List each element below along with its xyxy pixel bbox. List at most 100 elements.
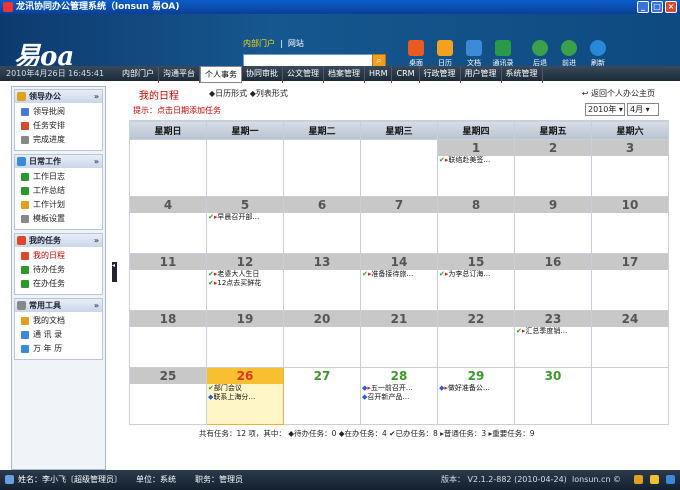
sidebar-item-label: 工作总结	[33, 186, 65, 195]
day-cell[interactable]: 9	[514, 196, 592, 254]
day-cell[interactable]: 22	[437, 310, 515, 368]
day-cell[interactable]: 27	[283, 367, 361, 425]
tool-2[interactable]: 文档	[461, 40, 487, 68]
day-cell[interactable]: 17	[591, 253, 669, 311]
task-entry[interactable]: ◆▸五一前召开…	[361, 384, 437, 393]
task-entry[interactable]: ✔▸早晨召开部…	[207, 213, 283, 222]
nav-1[interactable]: 前进	[556, 40, 582, 68]
help-icon[interactable]	[634, 475, 643, 484]
sidebar-group-header[interactable]: 常用工具 »	[15, 299, 102, 312]
day-cell[interactable]: 15 ✔▸为李总订海…	[437, 253, 515, 311]
menu-item[interactable]: CRM	[392, 66, 420, 83]
task-entry[interactable]: ✔▸为李总订海…	[438, 270, 514, 279]
day-cell[interactable]: 29 ◆▸做好准备公…	[437, 367, 515, 425]
day-cell[interactable]: 24	[591, 310, 669, 368]
day-cell[interactable]: 8	[437, 196, 515, 254]
logout-icon[interactable]	[666, 475, 675, 484]
menu-item[interactable]: 个人事务	[200, 66, 242, 83]
menu-item[interactable]: HRM	[365, 66, 393, 83]
day-cell[interactable]: 12 ✔▸老婆大人生日 ✔▸12点去买鲜花	[206, 253, 284, 311]
sidebar-group-header[interactable]: 日常工作 »	[15, 155, 102, 168]
sidebar-item[interactable]: 工作总结	[21, 184, 102, 198]
day-cell[interactable]: 7	[360, 196, 438, 254]
day-cell[interactable]: 19	[206, 310, 284, 368]
task-entry[interactable]: ✔部门会议	[207, 384, 283, 393]
site-link[interactable]: lonsun.cn ©	[572, 470, 621, 490]
day-cell[interactable]: 23 ✔▸汇总季度销…	[514, 310, 592, 368]
day-cell[interactable]: 13	[283, 253, 361, 311]
day-cell[interactable]: 21	[360, 310, 438, 368]
day-cell[interactable]: 26 ✔部门会议 ◆联系上海分…	[206, 367, 284, 425]
day-cell[interactable]: 25	[129, 367, 207, 425]
day-cell[interactable]: 16	[514, 253, 592, 311]
portal-tab-website[interactable]: 网站	[288, 39, 304, 48]
menu-item[interactable]: 行政管理	[420, 66, 461, 83]
sidebar-item[interactable]: 我的文档	[21, 314, 102, 328]
task-entry[interactable]: ✔▸12点去买鲜花	[207, 279, 283, 288]
sidebar-item[interactable]: 待办任务	[21, 263, 102, 277]
sidebar-item[interactable]: 模板设置	[21, 212, 102, 226]
sidebar-item[interactable]: 工作日志	[21, 170, 102, 184]
tool-3[interactable]: 通讯录	[490, 40, 516, 68]
minimize-button[interactable]: _	[637, 1, 649, 13]
task-entry[interactable]: ◆联系上海分…	[207, 393, 283, 402]
day-cell[interactable]: 18	[129, 310, 207, 368]
day-cell[interactable]: 20	[283, 310, 361, 368]
task-entry[interactable]: ✔▸联络赴美签…	[438, 156, 514, 165]
sidebar-collapse-handle[interactable]: ◂	[112, 262, 117, 282]
task-entry[interactable]: ✔▸准备接待旅…	[361, 270, 437, 279]
month-select[interactable]: 4月 ▾	[627, 103, 659, 116]
sidebar-item[interactable]: 工作计划	[21, 198, 102, 212]
menu-item[interactable]: 沟通平台	[159, 66, 200, 83]
day-cell[interactable]: 28 ◆▸五一前召开… ◆召开新产品…	[360, 367, 438, 425]
menu-item[interactable]: 内部门户	[118, 66, 159, 83]
close-button[interactable]: ×	[665, 1, 677, 13]
sidebar-item[interactable]: 万 年 历	[21, 342, 102, 356]
sidebar-item[interactable]: 我的日程	[21, 249, 102, 263]
day-cell[interactable]: 1 ✔▸联络赴美签…	[437, 139, 515, 197]
view-switch[interactable]: ◆日历形式 ◆列表形式	[209, 88, 288, 99]
back-home-link[interactable]: ↩ 返回个人办公主页	[582, 88, 655, 99]
user-name: 姓名：李小飞〔超级管理员〕	[18, 475, 122, 484]
day-number: 27	[284, 368, 360, 384]
notice-icon[interactable]	[650, 475, 659, 484]
menu-item[interactable]: 公文管理	[283, 66, 324, 83]
chevron-icon[interactable]: »	[94, 299, 99, 312]
nav-2[interactable]: 刷新	[585, 40, 611, 68]
task-entry[interactable]: ✔▸老婆大人生日	[207, 270, 283, 279]
task-entry[interactable]: ✔▸汇总季度销…	[515, 327, 591, 336]
task-entry[interactable]: ◆▸做好准备公…	[438, 384, 514, 393]
sidebar-item[interactable]: 领导批阅	[21, 105, 102, 119]
menu-item[interactable]: 系统管理	[502, 66, 543, 83]
chevron-icon[interactable]: »	[94, 90, 99, 103]
year-select[interactable]: 2010年 ▾	[585, 103, 625, 116]
sidebar-group-header[interactable]: 我的任务 »	[15, 234, 102, 247]
day-cell[interactable]: 10	[591, 196, 669, 254]
sidebar-group-header[interactable]: 领导办公 »	[15, 90, 102, 103]
tool-1[interactable]: 日历	[432, 40, 458, 68]
menu-item[interactable]: 用户管理	[461, 66, 502, 83]
tool-0[interactable]: 桌面	[403, 40, 429, 68]
menu-item[interactable]: 协同审批	[242, 66, 283, 83]
day-cell[interactable]: 30	[514, 367, 592, 425]
day-cell[interactable]: 6	[283, 196, 361, 254]
day-cell[interactable]: 11	[129, 253, 207, 311]
day-cell[interactable]: 3	[591, 139, 669, 197]
day-cell[interactable]: 5 ✔▸早晨召开部…	[206, 196, 284, 254]
maximize-button[interactable]: □	[651, 1, 663, 13]
portal-tab-internal[interactable]: 内部门户	[243, 39, 275, 48]
day-cell[interactable]: 2	[514, 139, 592, 197]
nav-0[interactable]: 后退	[527, 40, 553, 68]
chevron-icon[interactable]: »	[94, 234, 99, 247]
chevron-icon[interactable]: »	[94, 155, 99, 168]
day-cell[interactable]: 4	[129, 196, 207, 254]
sidebar-item[interactable]: 完成进度	[21, 133, 102, 147]
day-number: 6	[284, 197, 360, 213]
sidebar-item[interactable]: 在办任务	[21, 277, 102, 291]
item-icon	[21, 215, 29, 223]
sidebar-item[interactable]: 通 讯 录	[21, 328, 102, 342]
task-entry[interactable]: ◆召开新产品…	[361, 393, 437, 402]
day-cell[interactable]: 14 ✔▸准备接待旅…	[360, 253, 438, 311]
menu-item[interactable]: 档案管理	[324, 66, 365, 83]
sidebar-item[interactable]: 任务安排	[21, 119, 102, 133]
